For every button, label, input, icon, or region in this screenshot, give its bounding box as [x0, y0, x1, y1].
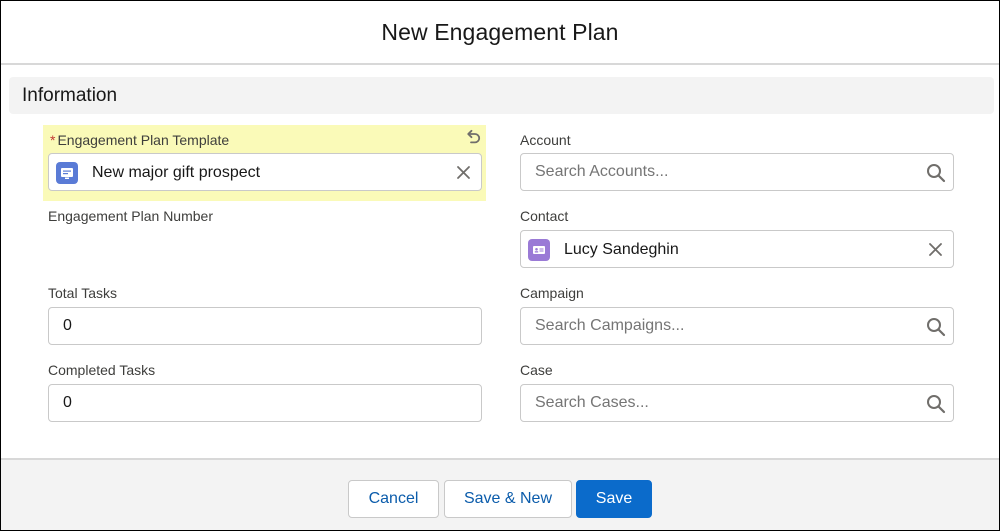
completed-tasks-field[interactable]: [48, 384, 482, 422]
new-engagement-plan-modal: New Engagement Plan Information * Engagem…: [0, 0, 1000, 531]
campaign-lookup[interactable]: [520, 307, 954, 345]
contact-value: Lucy Sandeghin: [564, 241, 679, 258]
account-search-input[interactable]: [521, 154, 953, 190]
template-value: New major gift prospect: [92, 164, 261, 181]
undo-icon[interactable]: [464, 128, 482, 146]
modal-header: New Engagement Plan: [1, 1, 999, 65]
completed-tasks-input[interactable]: [49, 385, 481, 421]
required-marker: *: [50, 132, 56, 148]
template-label: * Engagement Plan Template: [50, 132, 229, 148]
template-label-text: Engagement Plan Template: [57, 132, 230, 148]
total-tasks-field[interactable]: [48, 307, 482, 345]
template-lookup[interactable]: New major gift prospect: [48, 153, 482, 191]
template-record-icon: [56, 162, 78, 184]
modal-footer: Cancel Save & New Save: [1, 458, 999, 530]
save-button[interactable]: Save: [576, 480, 652, 518]
contact-card-icon: [528, 239, 550, 261]
total-tasks-label: Total Tasks: [48, 285, 117, 301]
clear-template-icon[interactable]: [456, 165, 471, 180]
case-lookup[interactable]: [520, 384, 954, 422]
plan-number-label: Engagement Plan Number: [48, 208, 213, 224]
clear-contact-icon[interactable]: [928, 242, 943, 257]
section-header-information[interactable]: Information: [9, 77, 994, 114]
case-search-input[interactable]: [521, 385, 953, 421]
campaign-search-input[interactable]: [521, 308, 953, 344]
total-tasks-input[interactable]: [49, 308, 481, 344]
section-title: Information: [22, 84, 118, 106]
search-icon[interactable]: [926, 394, 946, 414]
save-and-new-button[interactable]: Save & New: [444, 480, 572, 518]
search-icon[interactable]: [926, 317, 946, 337]
account-label: Account: [520, 132, 571, 148]
search-icon[interactable]: [926, 163, 946, 183]
modal-title: New Engagement Plan: [381, 18, 619, 45]
contact-label: Contact: [520, 208, 569, 224]
account-lookup[interactable]: [520, 153, 954, 191]
cancel-button[interactable]: Cancel: [348, 480, 439, 518]
contact-lookup[interactable]: Lucy Sandeghin: [520, 230, 954, 268]
completed-tasks-label: Completed Tasks: [48, 362, 156, 378]
case-label: Case: [520, 362, 553, 378]
campaign-label: Campaign: [520, 285, 584, 301]
